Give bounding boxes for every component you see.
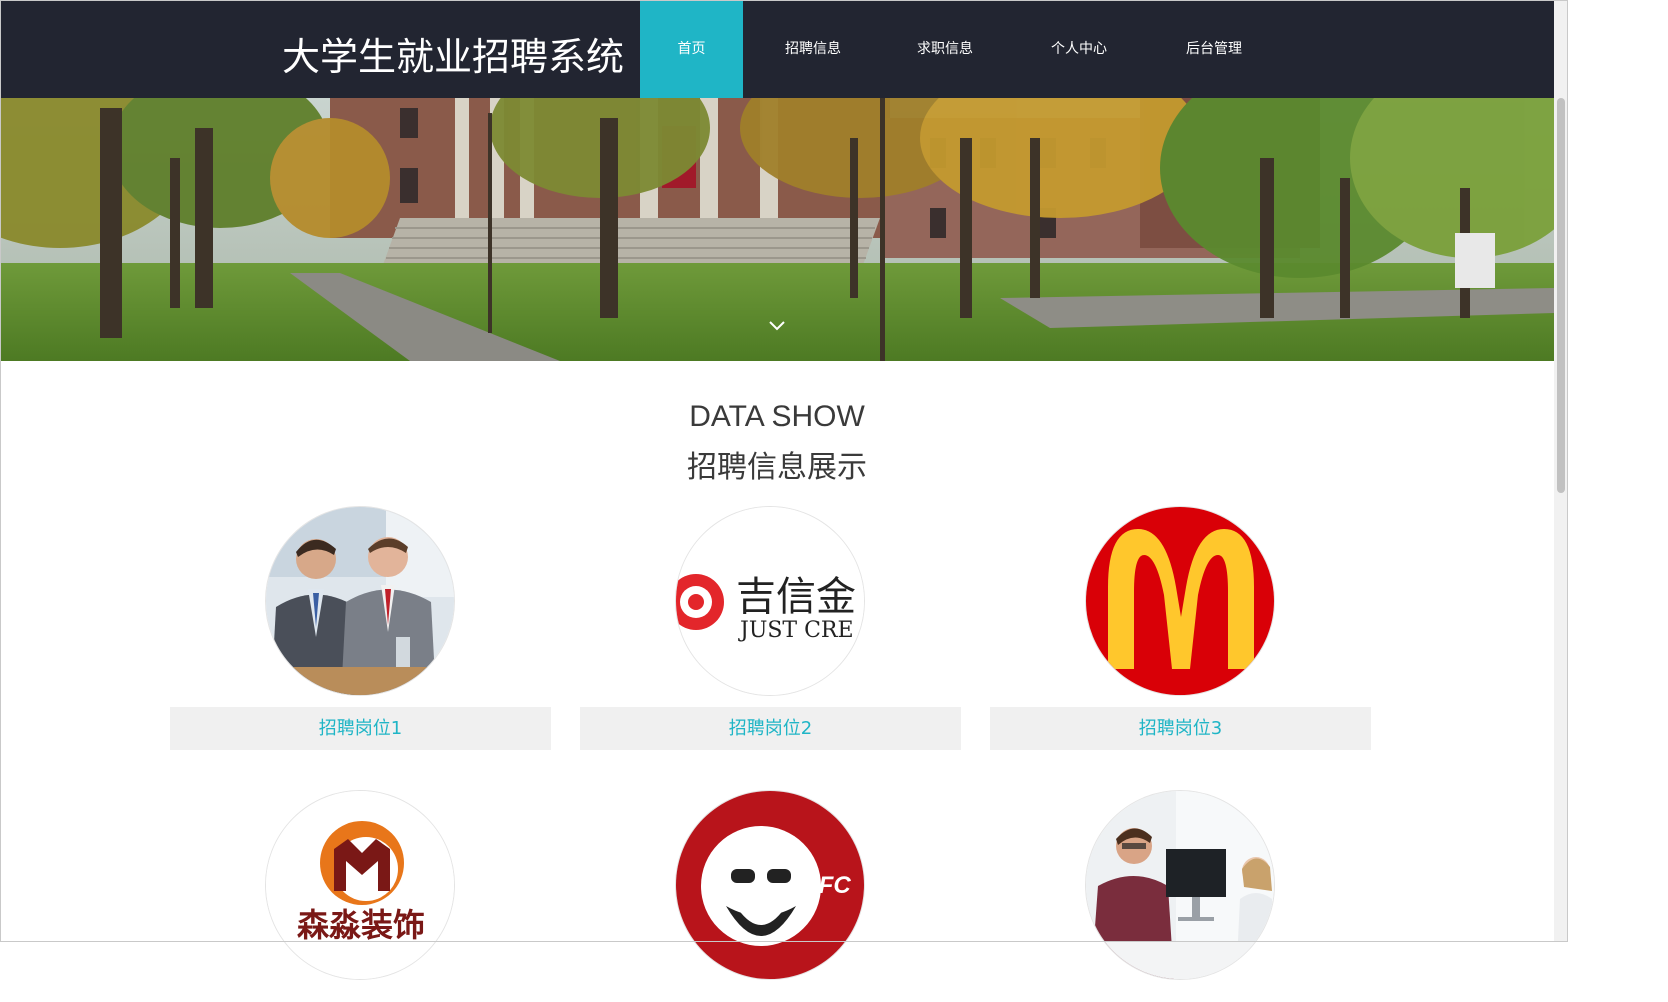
kfc-logo-icon: KFC [676, 791, 864, 979]
nav-item-home[interactable]: 首页 [640, 0, 743, 98]
mcdonalds-logo-icon [1086, 507, 1274, 695]
job-title-2[interactable]: 招聘岗位2 [580, 707, 961, 750]
just-credit-logo-icon: 吉信金 JUST CRE [676, 507, 864, 695]
section-title-en: DATA SHOW [689, 400, 865, 433]
site-title[interactable]: 大学生就业招聘系统 [282, 26, 624, 81]
campus-banner-image [0, 98, 1554, 361]
job-image-4[interactable]: 森淼装饰 [265, 790, 455, 980]
hero-banner [0, 98, 1554, 361]
section-title-zh: 招聘信息展示 [687, 450, 867, 485]
logo-text-zh: 吉信金 [736, 574, 856, 620]
job-image-6[interactable] [1085, 790, 1275, 980]
job-image-5[interactable]: KFC [675, 790, 865, 980]
job-image-3[interactable] [1085, 506, 1275, 696]
senmiao-decoration-logo-icon: 森淼装饰 [266, 791, 454, 979]
nav-item-job-postings[interactable]: 招聘信息 [770, 0, 856, 98]
business-meeting-icon [266, 507, 454, 695]
page-scrollbar[interactable] [1554, 0, 1568, 942]
nav-item-user-center[interactable]: 个人中心 [1036, 0, 1122, 98]
logo-text-en: JUST CRE [738, 618, 854, 643]
scrollbar-thumb[interactable] [1557, 98, 1565, 493]
office-interview-icon [1086, 791, 1274, 979]
nav-item-job-seekers[interactable]: 求职信息 [902, 0, 988, 98]
logo-text-zh: 森淼装饰 [297, 906, 425, 944]
job-title-1[interactable]: 招聘岗位1 [170, 707, 551, 750]
nav-item-admin[interactable]: 后台管理 [1171, 0, 1257, 98]
job-title-3[interactable]: 招聘岗位3 [990, 707, 1371, 750]
job-image-2[interactable]: 吉信金 JUST CRE [675, 506, 865, 696]
job-image-1[interactable] [265, 506, 455, 696]
logo-text-en: KFC [801, 872, 851, 899]
top-navbar: 大学生就业招聘系统 首页 招聘信息 求职信息 个人中心 后台管理 [0, 0, 1554, 98]
